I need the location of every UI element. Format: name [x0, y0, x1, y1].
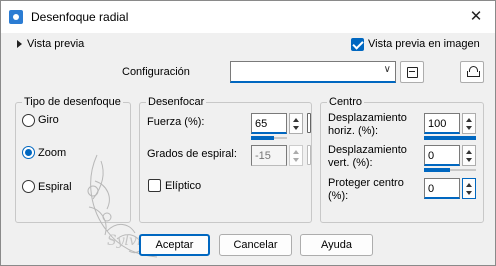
app-icon: [9, 10, 23, 24]
reset-defaults-button[interactable]: [460, 61, 484, 83]
reset-defaults-icon: [466, 66, 480, 78]
radio-giro[interactable]: [22, 114, 35, 127]
horiz-offset-slider[interactable]: [424, 136, 476, 140]
config-dropdown[interactable]: ∨: [230, 61, 396, 83]
protect-center-label-2: (%):: [328, 190, 349, 202]
ok-button[interactable]: Aceptar: [139, 234, 210, 256]
save-config-button[interactable]: [400, 61, 424, 83]
horiz-offset-stepper[interactable]: [462, 113, 476, 134]
center-legend: Centro: [327, 96, 365, 108]
preview-expander-label: Vista previa: [27, 38, 85, 51]
up-arrow-icon: [293, 150, 299, 154]
dialog-window: Desenfoque radial ✕ Vista previa Vista p…: [0, 0, 496, 266]
preview-in-image-checkbox[interactable]: [351, 38, 364, 51]
protect-center-input[interactable]: 0: [424, 178, 460, 199]
horiz-offset-slider-fill: [424, 136, 476, 140]
expand-triangle-icon: [17, 40, 22, 49]
radio-zoom[interactable]: [22, 146, 35, 159]
radio-espiral-label: Espiral: [38, 181, 72, 193]
cancel-button[interactable]: Cancelar: [219, 234, 292, 256]
strength-spinner[interactable]: 65: [251, 113, 311, 134]
elliptic-checkbox[interactable]: [148, 179, 161, 192]
spiral-degrees-spinner: -15: [251, 145, 311, 166]
vert-offset-slider-fill: [424, 168, 450, 172]
spiral-degrees-input: -15: [251, 145, 287, 166]
horiz-offset-label-1: Desplazamiento: [328, 112, 407, 124]
vert-offset-spinner[interactable]: 0: [424, 145, 478, 166]
up-arrow-icon: [466, 118, 472, 122]
strength-slider-fill: [251, 136, 275, 140]
spiral-slider-handle: [307, 145, 311, 165]
vert-offset-label-1: Desplazamiento: [328, 144, 407, 156]
close-button[interactable]: ✕: [465, 7, 487, 27]
down-arrow-icon: [466, 126, 472, 130]
preview-in-image-label: Vista previa en imagen: [368, 38, 480, 50]
help-button[interactable]: Ayuda: [300, 234, 373, 256]
horiz-offset-label-2: horiz. (%):: [328, 125, 379, 137]
down-arrow-icon: [293, 126, 299, 130]
config-label: Configuración: [122, 66, 190, 78]
spiral-degrees-stepper: [289, 145, 303, 166]
elliptic-label: Elíptico: [165, 180, 202, 192]
preview-expander[interactable]: Vista previa: [17, 38, 84, 50]
horiz-offset-spinner[interactable]: 100: [424, 113, 478, 134]
vert-offset-stepper[interactable]: [462, 145, 476, 166]
title-bar[interactable]: Desenfoque radial ✕: [1, 1, 495, 33]
down-arrow-icon: [293, 158, 299, 162]
protect-center-label-1: Proteger centro: [328, 177, 404, 189]
window-title: Desenfoque radial: [31, 10, 129, 24]
radio-zoom-label: Zoom: [38, 147, 67, 159]
vert-offset-slider[interactable]: [424, 168, 476, 172]
strength-label: Fuerza (%):: [147, 116, 205, 128]
down-arrow-icon: [466, 191, 472, 195]
strength-stepper[interactable]: [289, 113, 303, 134]
radio-giro-label: Giro: [38, 114, 59, 126]
chevron-down-icon: ∨: [383, 64, 391, 75]
spiral-degrees-label: Grados de espiral:: [147, 148, 237, 160]
up-arrow-icon: [466, 183, 472, 187]
vert-offset-input[interactable]: 0: [424, 145, 460, 166]
vert-offset-label-2: vert. (%):: [328, 157, 373, 169]
horiz-offset-input[interactable]: 100: [424, 113, 460, 134]
up-arrow-icon: [466, 150, 472, 154]
strength-slider-handle[interactable]: [307, 113, 311, 133]
down-arrow-icon: [466, 158, 472, 162]
blur-legend: Desenfocar: [146, 96, 207, 108]
strength-input[interactable]: 65: [251, 113, 287, 134]
blur-type-legend: Tipo de desenfoque: [22, 96, 123, 108]
up-arrow-icon: [293, 118, 299, 122]
protect-center-spinner[interactable]: 0: [424, 178, 478, 199]
protect-center-stepper[interactable]: [462, 178, 476, 199]
radio-espiral[interactable]: [22, 180, 35, 193]
strength-slider[interactable]: [251, 136, 287, 140]
save-icon: [407, 67, 418, 78]
